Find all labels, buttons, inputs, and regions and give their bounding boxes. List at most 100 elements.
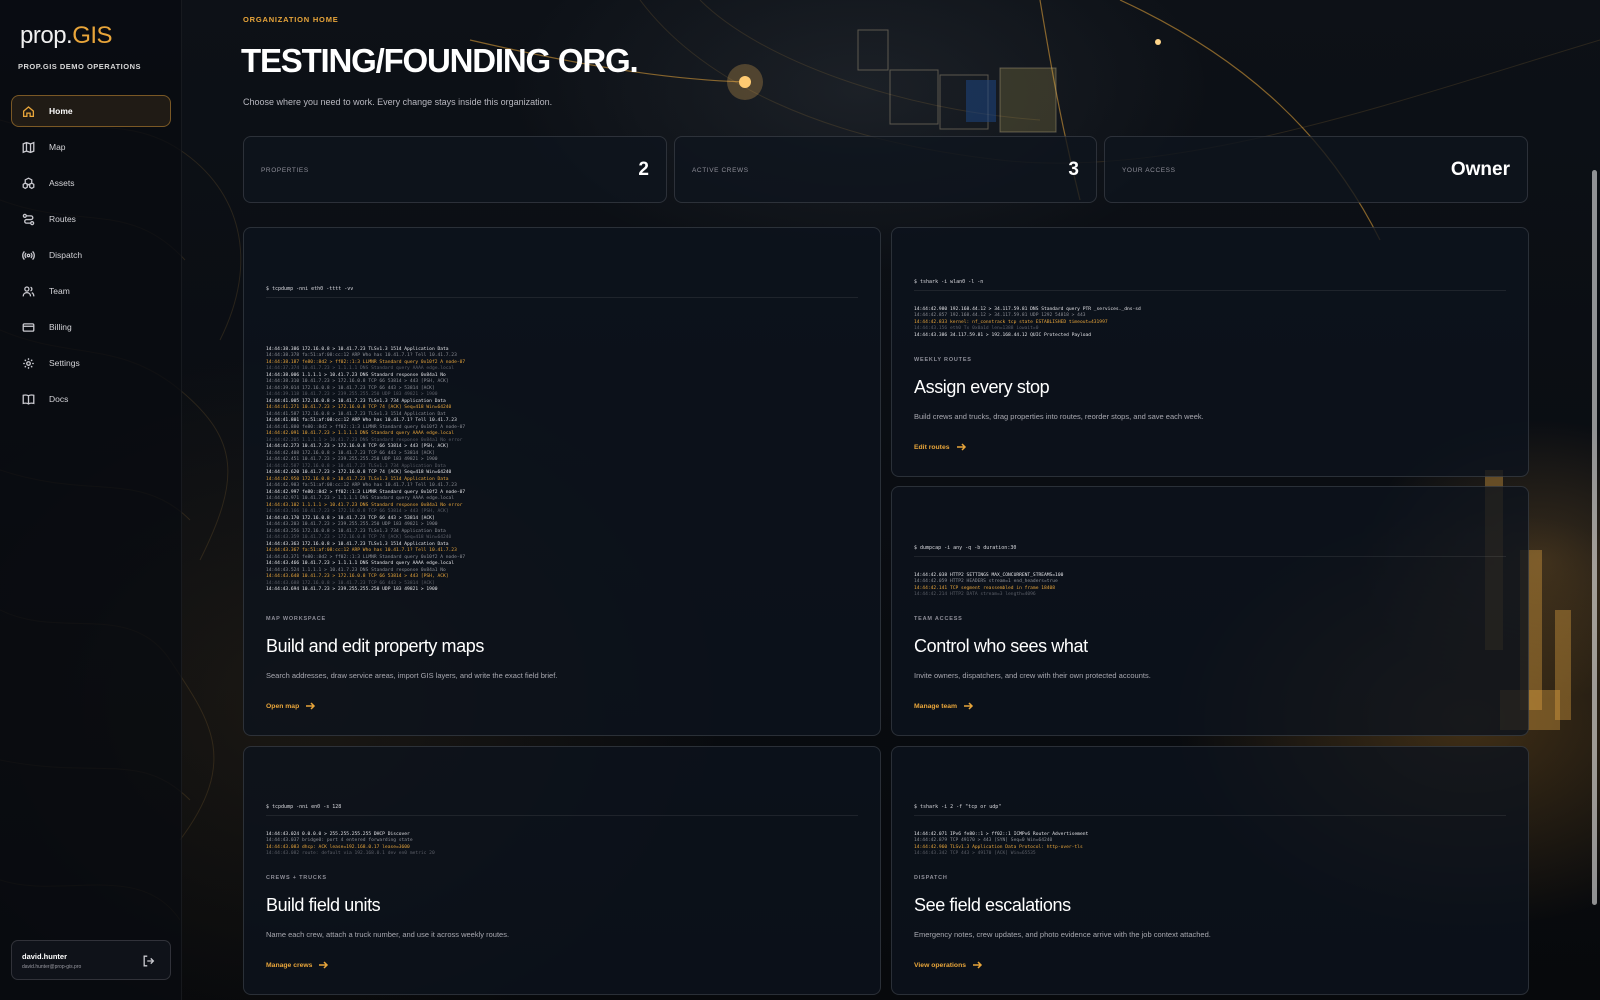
terminal-lines: 14:44:42.071 IPv6 fe80::1 > ff02::1 ICMP… xyxy=(914,832,1506,858)
user-card: david.hunter david.hunter@prop-gis.pro xyxy=(11,940,171,980)
manage-team-link[interactable]: Manage team xyxy=(914,702,974,710)
link-label: View operations xyxy=(914,961,966,969)
app-logo[interactable]: prop.GIS xyxy=(20,22,113,50)
card-description: Build crews and trucks, drag properties … xyxy=(914,412,1204,421)
sidebar-nav: Home Map Assets Routes Dispatch Team Bil… xyxy=(11,95,171,419)
sidebar-item-label: Billing xyxy=(49,322,72,332)
terminal-line: 14:44:42.214 HTTP2 DATA stream=3 length=… xyxy=(914,592,1036,597)
logout-icon[interactable] xyxy=(142,954,156,968)
terminal-line: 14:44:43.694 10.41.7.23 > 239.255.255.25… xyxy=(266,587,438,592)
open-map-link[interactable]: Open map xyxy=(266,702,316,710)
assets-icon xyxy=(22,176,35,189)
link-label: Open map xyxy=(266,702,300,710)
sidebar-item-label: Assets xyxy=(49,178,75,188)
terminal-log: $ tshark -i wlan0 -l -n 14:44:42.980 192… xyxy=(914,266,1506,338)
card-weekly-routes[interactable]: $ tshark -i wlan0 -l -n 14:44:42.980 192… xyxy=(891,227,1529,477)
sidebar-item-billing[interactable]: Billing xyxy=(11,311,171,343)
terminal-line: 14:44:43.082 route: default via 192.168.… xyxy=(266,851,435,856)
stat-value: Owner xyxy=(1450,159,1510,180)
link-label: Manage crews xyxy=(266,961,313,969)
terminal-command: $ tshark -i 2 -f "tcp or udp" xyxy=(914,804,1506,816)
card-crews-trucks[interactable]: $ tcpdump -nni en0 -s 128 14:44:43.024 0… xyxy=(243,746,881,995)
page-scrollbar[interactable] xyxy=(1592,170,1597,905)
sidebar-item-docs[interactable]: Docs xyxy=(11,383,171,415)
stat-card-active-crews: ACTIVE CREWS 3 xyxy=(674,136,1097,203)
routes-icon xyxy=(22,213,35,225)
card-title: See field escalations xyxy=(914,895,1071,915)
user-email: david.hunter@prop-gis.pro xyxy=(22,964,82,970)
sidebar-item-label: Dispatch xyxy=(49,250,83,260)
stat-label: ACTIVE CREWS xyxy=(692,167,749,174)
sidebar-item-routes[interactable]: Routes xyxy=(11,203,171,235)
stat-label: PROPERTIES xyxy=(261,167,309,174)
sidebar-item-label: Home xyxy=(49,106,73,116)
arrow-right-icon xyxy=(973,961,983,969)
terminal-command: $ tcpdump -nni eth0 -tttt -vv xyxy=(266,286,858,298)
stat-value: 2 xyxy=(638,159,649,180)
card-team-access[interactable]: $ dumpcap -i any -q -b duration:30 14:44… xyxy=(891,486,1529,736)
sidebar: prop.GIS PROP.GIS DEMO OPERATIONS Home M… xyxy=(0,0,182,1000)
card-description: Name each crew, attach a truck number, a… xyxy=(266,930,510,939)
org-name: PROP.GIS DEMO OPERATIONS xyxy=(18,62,141,71)
card-dispatch[interactable]: $ tshark -i 2 -f "tcp or udp" 14:44:42.0… xyxy=(891,746,1529,995)
terminal-log: $ dumpcap -i any -q -b duration:30 14:44… xyxy=(914,532,1506,598)
stat-card-properties: PROPERTIES 2 xyxy=(243,136,667,203)
terminal-command: $ dumpcap -i any -q -b duration:30 xyxy=(914,545,1506,557)
terminal-log: $ tcpdump -nni eth0 -tttt -vv 14:44:38.3… xyxy=(266,273,858,593)
card-eyebrow: CREWS + TRUCKS xyxy=(266,875,327,881)
terminal-log: $ tshark -i 2 -f "tcp or udp" 14:44:42.0… xyxy=(914,791,1506,857)
card-title: Build and edit property maps xyxy=(266,636,484,656)
team-icon xyxy=(22,285,35,296)
card-eyebrow: WEEKLY ROUTES xyxy=(914,357,972,363)
page-eyebrow: ORGANIZATION HOME xyxy=(243,15,339,24)
sidebar-item-team[interactable]: Team xyxy=(11,275,171,307)
stat-label: YOUR ACCESS xyxy=(1122,167,1176,174)
card-description: Emergency notes, crew updates, and photo… xyxy=(914,930,1211,939)
sidebar-item-label: Map xyxy=(49,142,66,152)
sidebar-item-label: Docs xyxy=(49,394,69,404)
card-eyebrow: TEAM ACCESS xyxy=(914,616,963,622)
card-title: Control who sees what xyxy=(914,636,1088,656)
link-label: Edit routes xyxy=(914,443,950,451)
edit-routes-link[interactable]: Edit routes xyxy=(914,443,967,451)
sidebar-item-label: Team xyxy=(49,286,70,296)
map-icon xyxy=(22,141,35,153)
stat-value: 3 xyxy=(1068,159,1079,180)
sidebar-item-map[interactable]: Map xyxy=(11,131,171,163)
manage-crews-link[interactable]: Manage crews xyxy=(266,961,329,969)
stat-card-your-access: YOUR ACCESS Owner xyxy=(1104,136,1528,203)
arrow-right-icon xyxy=(956,443,966,451)
terminal-log: $ tcpdump -nni en0 -s 128 14:44:43.024 0… xyxy=(266,791,858,857)
terminal-line: 14:44:43.386 34.117.59.81 > 192.168.44.1… xyxy=(914,332,1092,338)
card-map-workspace[interactable]: $ tcpdump -nni eth0 -tttt -vv 14:44:38.3… xyxy=(243,227,881,736)
terminal-lines: 14:44:38.386 172.16.0.8 > 10.41.7.23 TLS… xyxy=(266,347,858,594)
arrow-right-icon xyxy=(306,702,316,710)
terminal-lines: 14:44:42.038 HTTP2 SETTINGS MAX_CONCURRE… xyxy=(914,573,1506,599)
sidebar-item-label: Settings xyxy=(49,358,80,368)
sidebar-item-assets[interactable]: Assets xyxy=(11,167,171,199)
sidebar-item-label: Routes xyxy=(49,214,76,224)
card-description: Search addresses, draw service areas, im… xyxy=(266,671,558,680)
terminal-lines: 14:44:42.980 192.168.44.12 > 34.117.59.8… xyxy=(914,307,1506,339)
arrow-right-icon xyxy=(964,702,974,710)
terminal-command: $ tcpdump -nni en0 -s 128 xyxy=(266,804,858,816)
docs-icon xyxy=(22,393,35,405)
page-subtitle: Choose where you need to work. Every cha… xyxy=(243,97,553,107)
arrow-right-icon xyxy=(319,961,329,969)
card-eyebrow: DISPATCH xyxy=(914,875,948,881)
billing-icon xyxy=(22,322,35,332)
card-eyebrow: MAP WORKSPACE xyxy=(266,616,327,622)
sidebar-item-dispatch[interactable]: Dispatch xyxy=(11,239,171,271)
user-name: david.hunter xyxy=(22,952,68,961)
dispatch-icon xyxy=(22,250,35,260)
settings-icon xyxy=(23,357,34,369)
sidebar-item-settings[interactable]: Settings xyxy=(11,347,171,379)
home-icon xyxy=(22,105,35,117)
terminal-lines: 14:44:43.024 0.0.0.0 > 255.255.255.255 D… xyxy=(266,832,858,858)
view-operations-link[interactable]: View operations xyxy=(914,961,983,969)
sidebar-item-home[interactable]: Home xyxy=(11,95,171,127)
terminal-command: $ tshark -i wlan0 -l -n xyxy=(914,279,1506,291)
card-title: Assign every stop xyxy=(914,377,1050,397)
terminal-line: 14:44:43.342 TCP 443 > 49170 [ACK] Win=6… xyxy=(914,851,1036,856)
link-label: Manage team xyxy=(914,702,958,710)
